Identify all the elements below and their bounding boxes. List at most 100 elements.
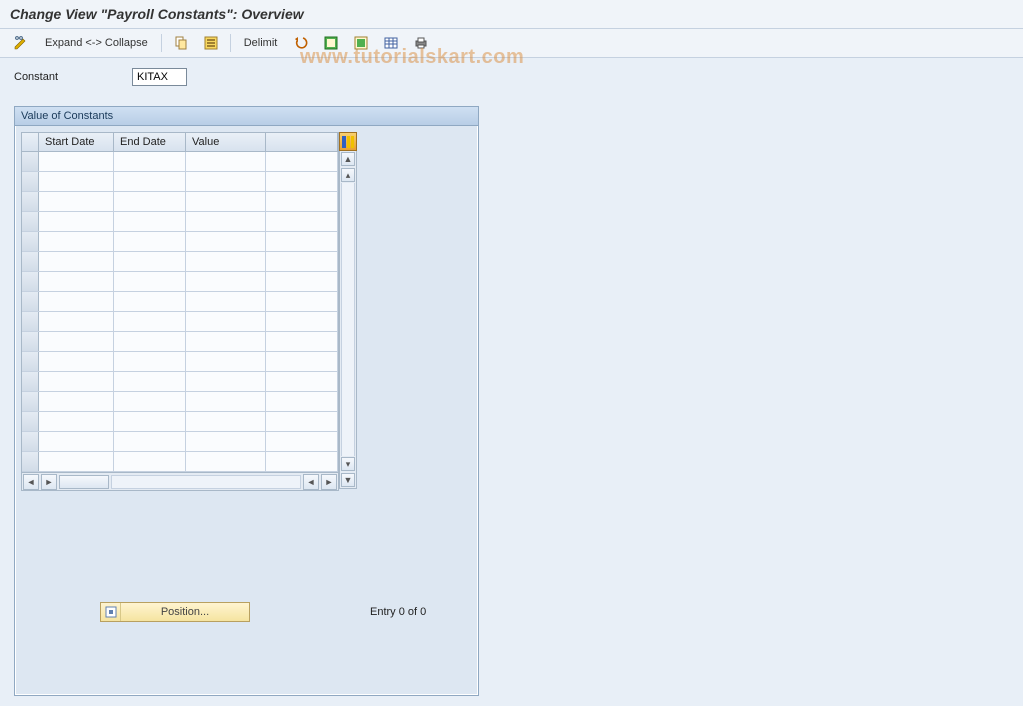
cell-value[interactable] [186,152,266,171]
row-selector[interactable] [22,292,39,311]
row-selector[interactable] [22,452,39,471]
table-row[interactable] [22,292,338,312]
hscroll-thumb[interactable] [59,475,109,489]
cell-end-date[interactable] [114,412,186,431]
delimit-button[interactable]: Delimit [237,33,285,53]
undo-button[interactable] [288,33,314,53]
cell-start-date[interactable] [39,292,114,311]
cell-start-date[interactable] [39,392,114,411]
cell-value[interactable] [186,272,266,291]
cell-start-date[interactable] [39,232,114,251]
cell-value[interactable] [186,452,266,471]
row-selector[interactable] [22,352,39,371]
row-selector[interactable] [22,372,39,391]
cell-value[interactable] [186,432,266,451]
scroll-down-thumb[interactable]: ▾ [341,457,355,471]
cell-value[interactable] [186,392,266,411]
vscroll-track[interactable] [341,183,355,456]
cell-start-date[interactable] [39,152,114,171]
deselect-all-button[interactable] [348,33,374,53]
cell-start-date[interactable] [39,272,114,291]
cell-end-date[interactable] [114,252,186,271]
cell-end-date[interactable] [114,392,186,411]
table-row[interactable] [22,172,338,192]
horizontal-scrollbar[interactable]: ◄ ► ◄ ► [22,472,338,490]
scroll-up-button[interactable]: ▲ [341,152,355,166]
select-block-button[interactable] [318,33,344,53]
scroll-left-button[interactable]: ◄ [23,474,39,490]
row-selector[interactable] [22,172,39,191]
cell-value[interactable] [186,192,266,211]
scroll-right-button[interactable]: ► [41,474,57,490]
cell-value[interactable] [186,172,266,191]
table-row[interactable] [22,192,338,212]
toggle-display-change-button[interactable] [8,33,34,53]
cell-start-date[interactable] [39,372,114,391]
cell-end-date[interactable] [114,152,186,171]
cell-start-date[interactable] [39,332,114,351]
cell-value[interactable] [186,332,266,351]
col-value[interactable]: Value [186,133,266,151]
table-row[interactable] [22,352,338,372]
table-row[interactable] [22,332,338,352]
row-selector[interactable] [22,312,39,331]
cell-end-date[interactable] [114,352,186,371]
row-selector[interactable] [22,192,39,211]
table-row[interactable] [22,272,338,292]
hscroll-track[interactable] [111,475,301,489]
table-row[interactable] [22,252,338,272]
cell-start-date[interactable] [39,172,114,191]
cell-end-date[interactable] [114,192,186,211]
vertical-scrollbar[interactable]: ▲ ▴ ▾ ▼ [339,151,357,489]
cell-start-date[interactable] [39,452,114,471]
scroll-down-button[interactable]: ▼ [341,473,355,487]
cell-end-date[interactable] [114,312,186,331]
cell-value[interactable] [186,412,266,431]
row-selector-header[interactable] [22,133,39,151]
constant-input[interactable] [132,68,187,86]
cell-end-date[interactable] [114,332,186,351]
cell-start-date[interactable] [39,352,114,371]
table-row[interactable] [22,312,338,332]
table-row[interactable] [22,412,338,432]
cell-end-date[interactable] [114,172,186,191]
cell-value[interactable] [186,352,266,371]
row-selector[interactable] [22,212,39,231]
table-row[interactable] [22,392,338,412]
row-selector[interactable] [22,232,39,251]
scroll-up-thumb[interactable]: ▴ [341,168,355,182]
cell-end-date[interactable] [114,272,186,291]
cell-value[interactable] [186,292,266,311]
row-selector[interactable] [22,272,39,291]
cell-start-date[interactable] [39,252,114,271]
cell-value[interactable] [186,252,266,271]
cell-start-date[interactable] [39,432,114,451]
copy-button[interactable] [168,33,194,53]
row-selector[interactable] [22,152,39,171]
print-button[interactable] [408,33,434,53]
row-selector[interactable] [22,332,39,351]
cell-value[interactable] [186,312,266,331]
cell-start-date[interactable] [39,312,114,331]
cell-value[interactable] [186,372,266,391]
row-selector[interactable] [22,432,39,451]
table-settings-button[interactable] [378,33,404,53]
cell-start-date[interactable] [39,412,114,431]
table-row[interactable] [22,372,338,392]
cell-end-date[interactable] [114,292,186,311]
position-button[interactable]: Position... [100,602,250,622]
configure-columns-button[interactable] [339,132,357,151]
cell-start-date[interactable] [39,212,114,231]
select-all-button[interactable] [198,33,224,53]
row-selector[interactable] [22,392,39,411]
cell-end-date[interactable] [114,452,186,471]
col-end-date[interactable]: End Date [114,133,186,151]
expand-collapse-button[interactable]: Expand <-> Collapse [38,33,155,53]
table-row[interactable] [22,152,338,172]
table-row[interactable] [22,432,338,452]
table-row[interactable] [22,212,338,232]
cell-end-date[interactable] [114,432,186,451]
scroll-right-end-button[interactable]: ► [321,474,337,490]
cell-end-date[interactable] [114,212,186,231]
table-row[interactable] [22,452,338,472]
